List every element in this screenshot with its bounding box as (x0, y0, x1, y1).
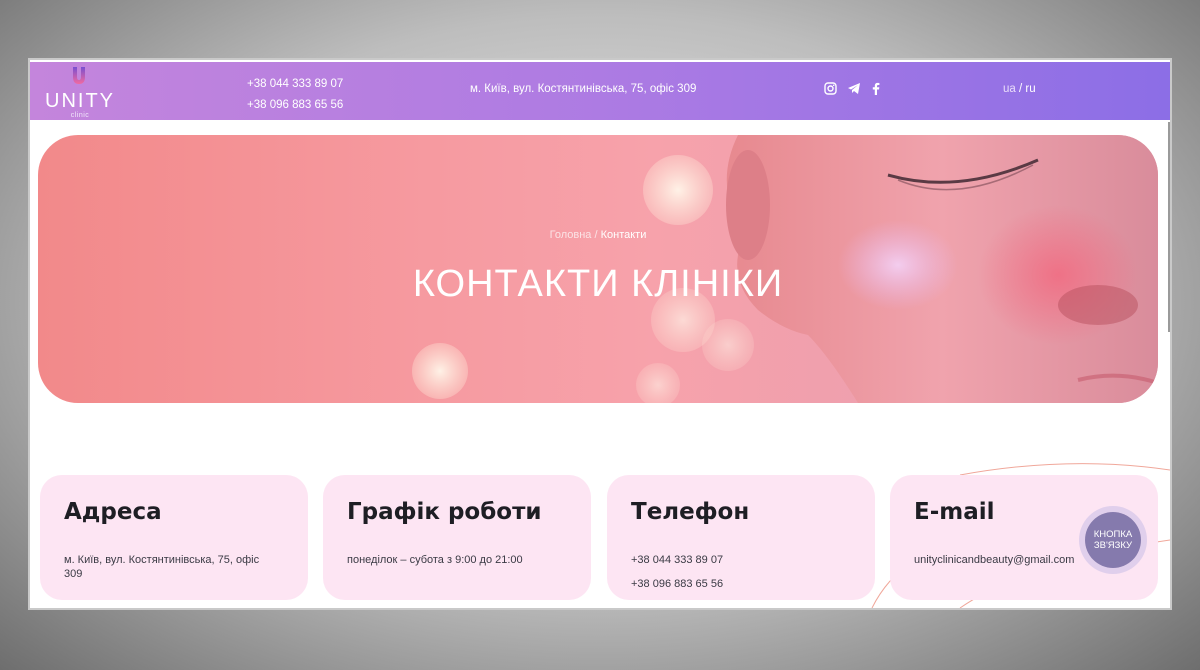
card-title-phone: Телефон (631, 499, 750, 525)
scrollbar[interactable] (1168, 122, 1170, 332)
web-page: UNITY clinic +38 044 333 89 07 +38 096 8… (30, 60, 1170, 608)
card-address-line-1: м. Київ, вул. Костянтинівська, 75, офіс (64, 554, 260, 566)
card-title-schedule: Графік роботи (347, 499, 542, 525)
card-schedule-line: понеділок – субота з 9:00 до 21:00 (347, 554, 523, 566)
contact-card-address: Адреса м. Київ, вул. Костянтинівська, 75… (40, 475, 308, 600)
contact-button-label-1: КНОПКА (1093, 529, 1133, 540)
card-phone-2[interactable]: +38 096 883 65 56 (631, 577, 723, 591)
card-email[interactable]: unityclinicandbeauty@gmail.com (914, 553, 1074, 567)
card-title-address: Адреса (64, 499, 162, 525)
card-address-line-2: 309 (64, 568, 83, 580)
browser-window: UNITY clinic +38 044 333 89 07 +38 096 8… (28, 58, 1172, 610)
contact-card-schedule: Графік роботи понеділок – субота з 9:00 … (323, 475, 591, 600)
contact-button-label-2: ЗВ'ЯЗКУ (1093, 540, 1133, 551)
contact-card-phone: Телефон +38 044 333 89 07 +38 096 883 65… (607, 475, 875, 600)
card-title-email: E-mail (914, 499, 995, 525)
card-phone-1[interactable]: +38 044 333 89 07 (631, 553, 723, 567)
contact-button[interactable]: КНОПКА ЗВ'ЯЗКУ (1085, 512, 1141, 568)
